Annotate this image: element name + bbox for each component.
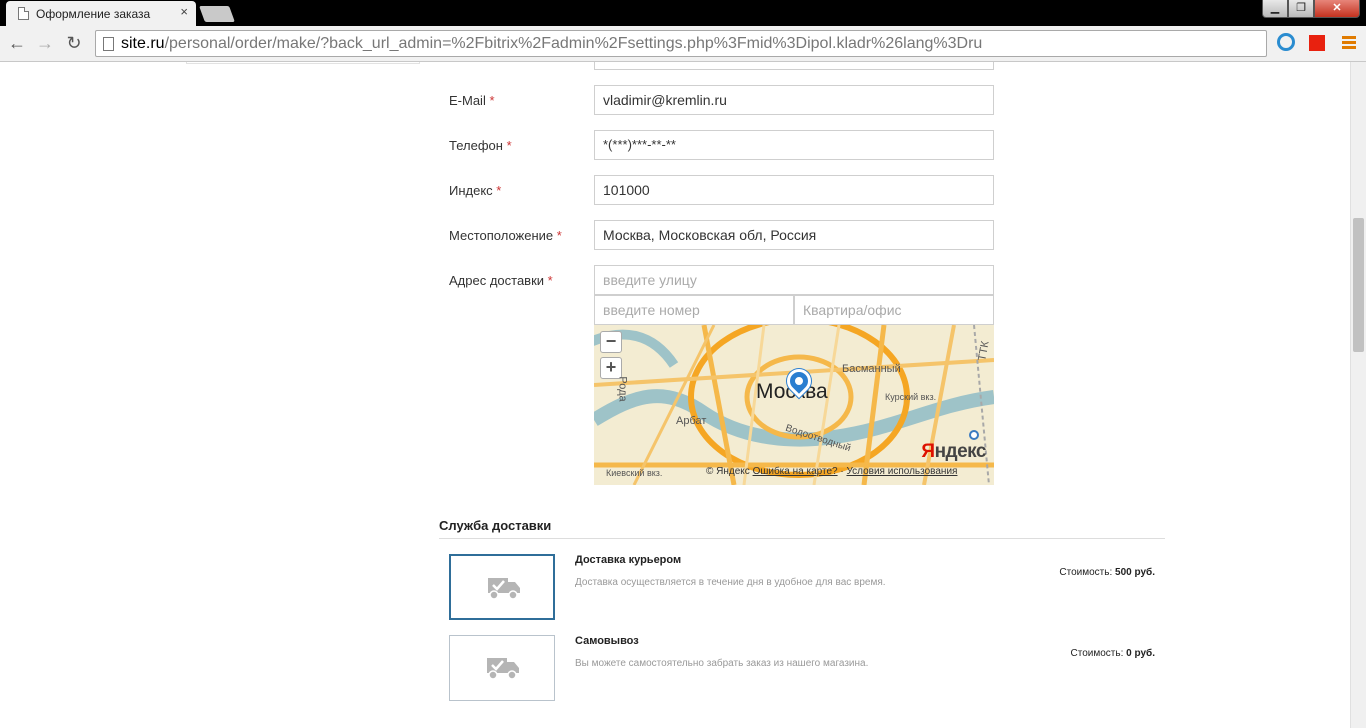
delivery-option-description: Доставка осуществляется в течение дня в … xyxy=(575,577,886,588)
delivery-option-name: Доставка курьером xyxy=(575,554,682,566)
previous-field[interactable] xyxy=(594,62,994,70)
extension-icon[interactable] xyxy=(1277,33,1295,51)
map-separator: · xyxy=(840,466,844,477)
extension-red-icon[interactable] xyxy=(1309,35,1325,51)
browser-titlebar: Оформление заказа × ▁ ❐ ✕ xyxy=(0,0,1366,26)
email-label: E-Mail * xyxy=(449,93,495,108)
menu-icon[interactable] xyxy=(1342,36,1356,51)
delivery-option-price: Стоимость: 500 руб. xyxy=(1059,567,1155,578)
map-label-kursky: Курский вкз. xyxy=(885,392,937,402)
scrollbar-thumb[interactable] xyxy=(1353,218,1364,352)
back-button[interactable]: ← xyxy=(6,32,28,54)
url-path: /personal/order/make/?back_url_admin=%2F… xyxy=(164,35,983,52)
map-error-link[interactable]: Ошибка на карте? xyxy=(753,466,838,477)
yandex-logo: Яндекс xyxy=(921,441,986,462)
delivery-option-name: Самовывоз xyxy=(575,635,639,647)
map-label-roda: Рода xyxy=(616,376,629,402)
delivery-option-courier[interactable] xyxy=(449,554,555,620)
map-footer: © Яндекс Ошибка на карте? · Условия испо… xyxy=(706,466,957,477)
index-field[interactable]: 101000 xyxy=(594,175,994,205)
delivery-option-description: Вы можете самостоятельно забрать заказ и… xyxy=(575,658,869,669)
maximize-button[interactable]: ❐ xyxy=(1288,0,1314,18)
close-window-button[interactable]: ✕ xyxy=(1314,0,1360,18)
window-controls: ▁ ❐ ✕ xyxy=(1262,0,1360,18)
street-input[interactable]: введите улицу xyxy=(594,265,994,295)
minimize-button[interactable]: ▁ xyxy=(1262,0,1288,18)
url-text: site.ru/personal/order/make/?back_url_ad… xyxy=(121,35,982,53)
index-label: Индекс * xyxy=(449,183,502,198)
phone-field[interactable]: *(***)***-**-** xyxy=(594,130,994,160)
sidebar-box xyxy=(186,62,420,64)
map-label-kievsky: Киевский вкз. xyxy=(606,468,663,478)
delivery-option-pickup[interactable] xyxy=(449,635,555,701)
page-content: E-Mail * vladimir@kremlin.ru Телефон * *… xyxy=(0,62,1350,728)
map-terms-link[interactable]: Условия использования xyxy=(846,466,957,477)
location-label: Местоположение * xyxy=(449,228,562,243)
browser-toolbar: ← → ↻ site.ru/personal/order/make/?back_… xyxy=(0,26,1366,62)
house-number-input[interactable]: введите номер xyxy=(594,295,794,325)
map-copyright: © Яндекс xyxy=(706,466,750,477)
delivery-option-price: Стоимость: 0 руб. xyxy=(1070,648,1155,659)
map-label-basmanny: Басманный xyxy=(842,363,901,375)
map-label-arbat: Арбат xyxy=(676,415,707,427)
address-label: Адрес доставки * xyxy=(449,273,553,288)
delivery-section-title: Служба доставки xyxy=(439,518,552,533)
address-bar[interactable]: site.ru/personal/order/make/?back_url_ad… xyxy=(95,30,1267,57)
new-tab-button[interactable] xyxy=(199,6,235,22)
page-icon xyxy=(103,37,114,51)
zoom-out-button[interactable]: − xyxy=(600,331,622,353)
url-domain: site.ru xyxy=(121,35,165,52)
phone-label: Телефон * xyxy=(449,138,512,153)
flat-input[interactable]: Квартира/офис xyxy=(794,295,994,325)
location-field[interactable]: Москва, Московская обл, Россия xyxy=(594,220,994,250)
page-scrollbar[interactable] xyxy=(1350,62,1366,728)
page-icon xyxy=(18,7,29,20)
section-divider xyxy=(439,538,1165,539)
delivery-truck-icon xyxy=(487,658,519,680)
delivery-truck-icon xyxy=(488,578,520,600)
tab-title: Оформление заказа xyxy=(36,7,151,21)
close-tab-icon[interactable]: × xyxy=(180,5,188,19)
browser-tab[interactable]: Оформление заказа × xyxy=(6,1,196,26)
reload-button[interactable]: ↻ xyxy=(63,32,85,54)
delivery-map[interactable]: − + Басманный Курский вкз. Арбат Киевски… xyxy=(594,325,994,485)
forward-button[interactable]: → xyxy=(34,32,56,54)
email-field[interactable]: vladimir@kremlin.ru xyxy=(594,85,994,115)
